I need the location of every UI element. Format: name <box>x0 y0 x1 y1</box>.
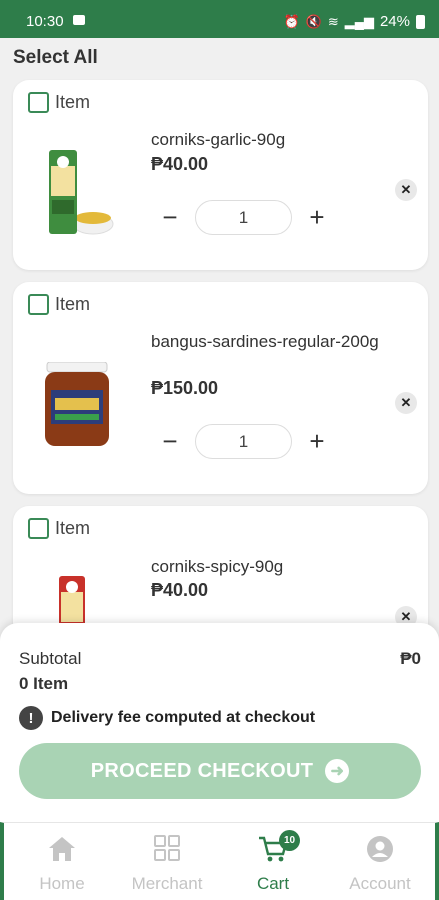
proceed-checkout-button[interactable]: PROCEED CHECKOUT ➜ <box>19 743 421 799</box>
nav-merchant[interactable]: Merchant <box>117 835 217 894</box>
delivery-fee-note: ! Delivery fee computed at checkout <box>19 706 315 730</box>
decrease-quantity-button[interactable]: − <box>158 202 182 232</box>
product-price: ₱150.00 <box>151 378 219 398</box>
nav-home-label: Home <box>39 874 85 893</box>
checkout-summary-panel: Subtotal ₱0 0 Item ! Delivery fee comput… <box>0 623 439 823</box>
select-all-label[interactable]: Select All <box>13 47 98 69</box>
status-bar: 10:30 ⏰ 🔇 ≋ ▂▄▆ 24% <box>0 0 439 38</box>
item-checkbox-label: Item <box>55 294 91 314</box>
nav-account[interactable]: Account <box>330 835 430 894</box>
gallery-icon <box>73 15 85 25</box>
mute-icon: 🔇 <box>305 13 322 29</box>
alarm-icon: ⏰ <box>283 13 300 29</box>
quantity-stepper: − 1 + <box>158 200 329 235</box>
product-name: corniks-garlic-90g <box>151 130 286 149</box>
item-checkbox[interactable] <box>28 92 49 113</box>
item-checkbox-row[interactable]: Item <box>28 92 90 113</box>
quantity-input[interactable]: 1 <box>195 424 292 459</box>
item-checkbox[interactable] <box>28 294 49 315</box>
decrease-quantity-button[interactable]: − <box>158 426 182 456</box>
item-checkbox-row[interactable]: Item <box>28 294 90 315</box>
signal-icon: ▂▄▆ <box>344 13 374 29</box>
nav-home[interactable]: Home <box>12 835 112 894</box>
cart-item-card: Item bangus-sardines-regular-200g ₱150.0… <box>13 282 428 494</box>
increase-quantity-button[interactable]: + <box>305 426 329 456</box>
item-checkbox-row[interactable]: Item <box>28 518 90 539</box>
arrow-right-icon: ➜ <box>325 759 350 783</box>
nav-cart[interactable]: 10 Cart <box>223 830 323 894</box>
product-name: corniks-spicy-90g <box>151 557 284 576</box>
status-icons: ⏰ 🔇 ≋ ▂▄▆ 24% <box>283 13 425 30</box>
subtotal-label: Subtotal <box>19 649 82 668</box>
item-checkbox-label: Item <box>55 92 91 112</box>
grid-icon <box>154 835 180 861</box>
increase-quantity-button[interactable]: + <box>305 202 329 232</box>
item-checkbox-label: Item <box>55 518 91 538</box>
bottom-navigation: Home Merchant 10 Cart Account <box>0 822 439 900</box>
nav-cart-label: Cart <box>256 874 290 893</box>
product-price: ₱40.00 <box>151 580 209 600</box>
quantity-stepper: − 1 + <box>158 424 329 459</box>
status-time: 10:30 <box>26 13 64 30</box>
wifi-icon: ≋ <box>327 13 339 29</box>
account-icon <box>367 836 393 862</box>
home-icon <box>49 837 75 861</box>
quantity-input[interactable]: 1 <box>195 200 292 235</box>
remove-item-button[interactable]: ✕ <box>395 179 417 201</box>
product-name: bangus-sardines-regular-200g <box>151 332 379 351</box>
item-checkbox[interactable] <box>28 518 49 539</box>
product-image-bangus-sardines <box>45 362 109 446</box>
selected-item-count: 0 Item <box>19 674 69 693</box>
nav-merchant-label: Merchant <box>131 874 203 893</box>
delivery-fee-text: Delivery fee computed at checkout <box>51 709 316 726</box>
product-price: ₱40.00 <box>151 154 209 174</box>
battery-percent: 24% <box>379 13 410 30</box>
remove-item-button[interactable]: ✕ <box>395 392 417 414</box>
product-image-corniks-garlic <box>49 150 114 235</box>
nav-account-label: Account <box>349 874 411 893</box>
cart-count-badge: 10 <box>279 830 300 851</box>
battery-icon <box>416 14 425 29</box>
proceed-checkout-label: PROCEED CHECKOUT <box>90 759 314 782</box>
subtotal-value: ₱0 <box>400 649 421 668</box>
cart-item-card: Item corniks-garlic-90g ₱40.00 − 1 + ✕ <box>13 80 428 270</box>
info-icon: ! <box>19 706 43 730</box>
